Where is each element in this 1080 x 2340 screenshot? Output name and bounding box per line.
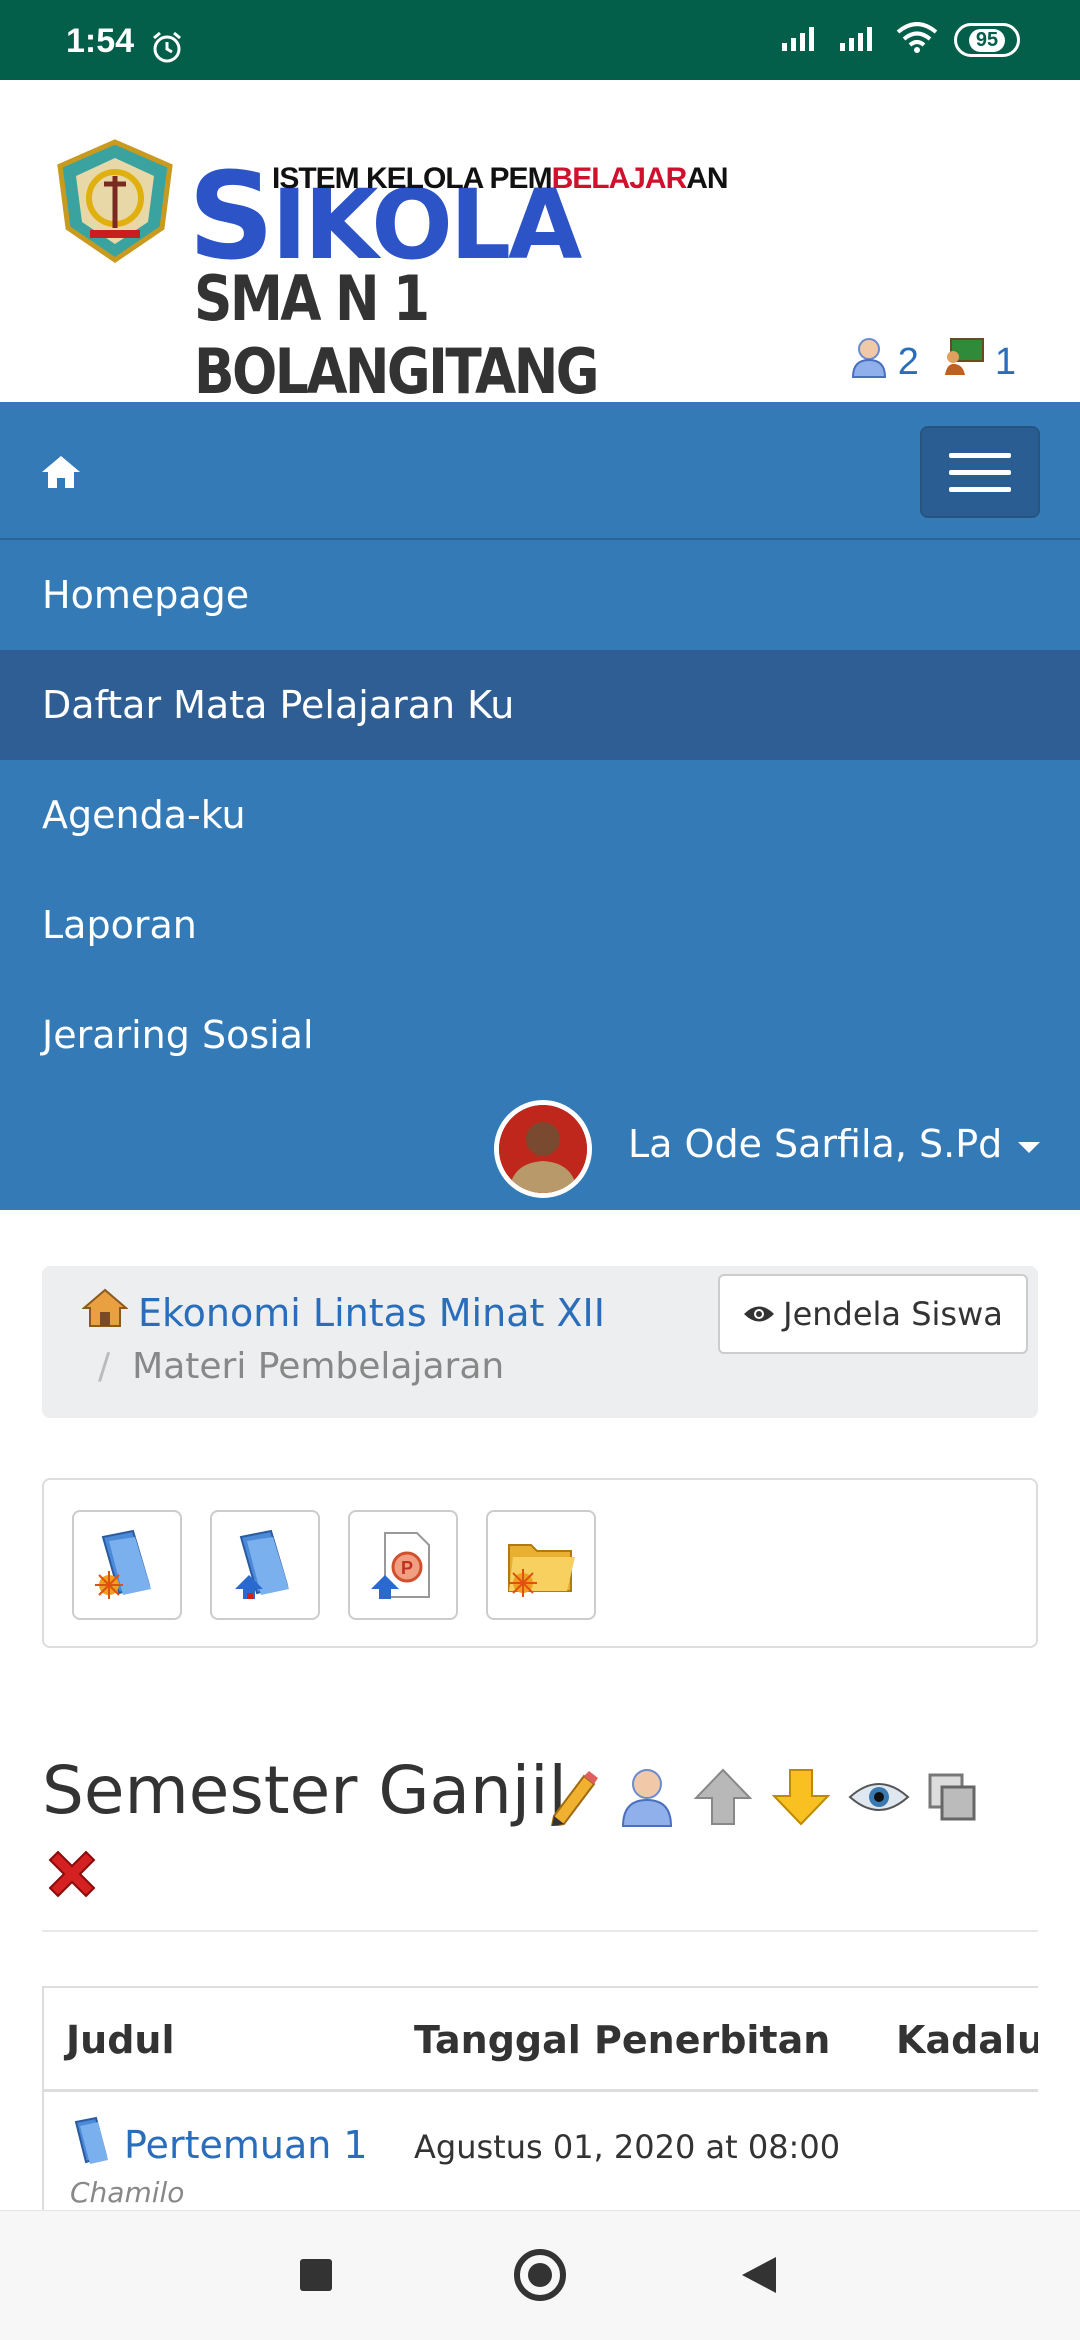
student-view-button[interactable]: Jendela Siswa <box>718 1274 1028 1354</box>
edit-icon[interactable] <box>544 1768 602 1830</box>
home-button-icon[interactable] <box>514 2249 566 2301</box>
new-folder-button[interactable] <box>486 1510 596 1620</box>
logo-tagline: ISTEM KELOLA PEMBELAJARAN <box>272 162 729 195</box>
hamburger-line <box>949 486 1011 492</box>
column-header-title[interactable]: Judul <box>66 2018 174 2062</box>
nav-item-jeraring-sosial[interactable]: Jeraring Sosial <box>0 980 1080 1090</box>
nav-item-homepage[interactable]: Homepage <box>0 540 1080 650</box>
menu-toggle-button[interactable] <box>920 426 1040 518</box>
back-icon[interactable] <box>742 2257 776 2293</box>
column-header-publish-date[interactable]: Tanggal Penerbitan <box>414 2018 830 2062</box>
lesson-link[interactable]: Pertemuan 1 <box>68 2114 368 2175</box>
table-header: Judul Tanggal Penerbitan Kadalua <box>44 1988 1038 2092</box>
column-header-expiry[interactable]: Kadalua <box>896 2018 1038 2062</box>
upload-presentation-button[interactable]: P <box>348 1510 458 1620</box>
svg-text:P: P <box>401 1558 413 1578</box>
visibility-eye-icon[interactable] <box>848 1777 910 1821</box>
site-logo[interactable]: SIKOLA ISTEM KELOLA PEMBELAJARAN SMA N 1… <box>188 120 738 409</box>
user-name[interactable]: La Ode Sarfila, S.Pd <box>628 1122 1002 1166</box>
online-classes-icon[interactable] <box>943 337 985 387</box>
alarm-icon <box>150 30 184 68</box>
battery-level: 95 <box>968 28 1006 52</box>
online-classes-count[interactable]: 1 <box>995 341 1016 384</box>
course-home-icon <box>81 1288 129 1337</box>
home-icon[interactable] <box>40 454 82 494</box>
recent-apps-icon[interactable] <box>300 2259 332 2291</box>
lesson-publish-date: Agustus 01, 2020 at 08:00 <box>414 2128 841 2166</box>
system-navigation-bar <box>0 2210 1080 2340</box>
upload-document-button[interactable] <box>210 1510 320 1620</box>
breadcrumb: Ekonomi Lintas Minat XII / Materi Pembela… <box>42 1266 1038 1418</box>
lesson-title[interactable]: Pertemuan 1 <box>124 2123 368 2167</box>
delete-icon[interactable] <box>44 1846 100 1906</box>
online-users-icon[interactable] <box>850 336 888 388</box>
move-up-icon[interactable] <box>692 1766 754 1832</box>
breadcrumb-course[interactable]: Ekonomi Lintas Minat XII <box>81 1288 605 1337</box>
status-icons: 95 <box>780 22 1020 58</box>
new-document-button[interactable] <box>72 1510 182 1620</box>
caret-down-icon[interactable] <box>1018 1142 1040 1153</box>
online-users-count[interactable]: 2 <box>898 341 919 384</box>
status-time: 1:54 <box>66 22 135 60</box>
online-counters: 2 1 <box>850 336 1016 388</box>
school-emblem-icon <box>50 136 180 270</box>
nav-item-laporan[interactable]: Laporan <box>0 870 1080 980</box>
status-bar: 1:54 95 <box>0 0 1080 80</box>
student-view-label: Jendela Siswa <box>783 1295 1003 1333</box>
navbar-top <box>0 402 1080 540</box>
breadcrumb-current-label: Materi Pembelajaran <box>132 1346 505 1387</box>
move-down-icon[interactable] <box>770 1766 832 1832</box>
nav-item-agenda[interactable]: Agenda-ku <box>0 760 1080 870</box>
breadcrumb-current: / Materi Pembelajaran <box>98 1346 504 1387</box>
copy-icon[interactable] <box>926 1771 978 1827</box>
hamburger-line <box>949 452 1011 458</box>
logo-school-name: SMA N 1 BOLANGITANG <box>194 262 600 408</box>
user-menu[interactable]: La Ode Sarfila, S.Pd <box>0 1098 1080 1202</box>
document-icon <box>68 2114 112 2175</box>
breadcrumb-separator: / <box>98 1346 111 1387</box>
battery-icon: 95 <box>954 23 1020 57</box>
lesson-author: Chamilo <box>70 2176 185 2209</box>
avatar[interactable] <box>494 1100 592 1198</box>
nav-item-daftar-mata-pelajaran[interactable]: Daftar Mata Pelajaran Ku <box>0 650 1080 760</box>
signal-icon <box>780 23 822 57</box>
hamburger-line <box>949 469 1011 475</box>
section-actions <box>544 1766 978 1832</box>
signal-icon <box>838 23 880 57</box>
site-header: SIKOLA ISTEM KELOLA PEMBELAJARAN SMA N 1… <box>0 80 1080 409</box>
main-navbar: Homepage Daftar Mata Pelajaran Ku Agenda… <box>0 402 1080 1210</box>
actions-toolbar: P <box>42 1478 1038 1648</box>
section-title: Semester Ganjil <box>42 1752 567 1829</box>
eye-icon <box>743 1295 775 1333</box>
wifi-icon <box>896 22 938 58</box>
breadcrumb-course-label[interactable]: Ekonomi Lintas Minat XII <box>138 1291 605 1335</box>
user-visibility-icon[interactable] <box>618 1766 676 1832</box>
section-divider <box>42 1930 1038 1932</box>
